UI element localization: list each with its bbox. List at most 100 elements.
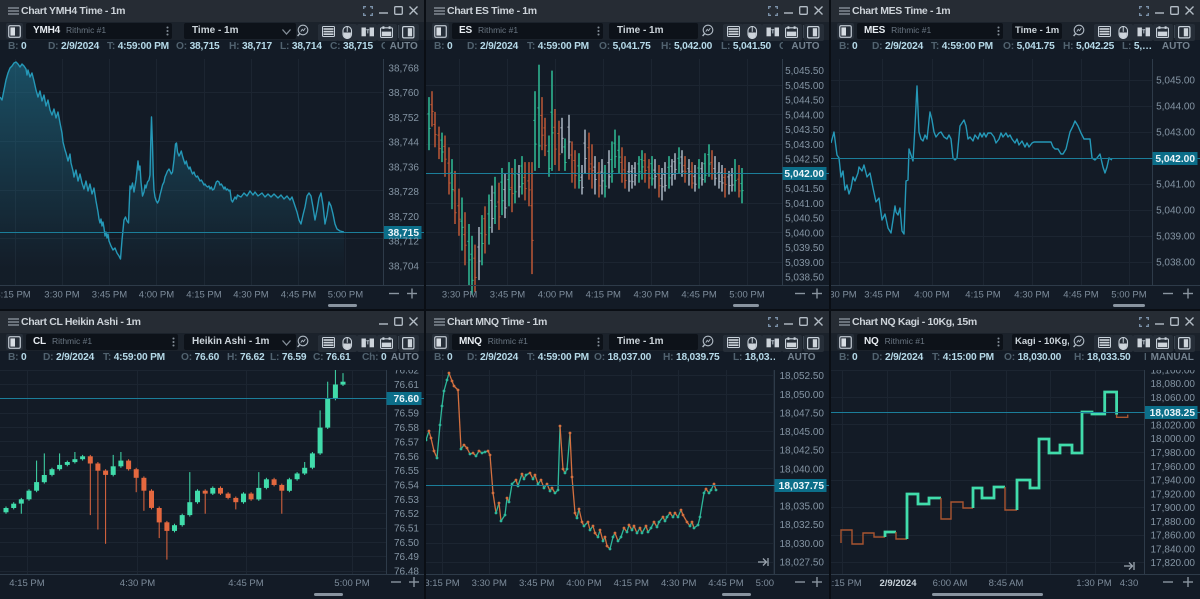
svg-text:18,030.00: 18,030.00 (780, 539, 825, 550)
svg-text:38,744: 38,744 (388, 138, 419, 149)
svg-text:76.54: 76.54 (394, 481, 419, 492)
svg-text:5,041.00: 5,041.00 (1156, 180, 1195, 191)
svg-text:17,940.00: 17,940.00 (1151, 476, 1196, 487)
svg-text:18,035.00: 18,035.00 (780, 502, 825, 513)
svg-text:4:15 PM: 4:15 PM (965, 290, 1000, 301)
svg-text:76.56: 76.56 (394, 452, 419, 463)
svg-text:4:15 PM: 4:15 PM (186, 290, 221, 301)
svg-text:76.53: 76.53 (394, 495, 419, 506)
svg-text:18,052.50: 18,052.50 (780, 371, 825, 382)
svg-text:4:30 PM: 4:30 PM (634, 290, 669, 301)
svg-text:5,044.50: 5,044.50 (785, 96, 824, 107)
svg-text:76.61: 76.61 (394, 380, 419, 391)
svg-text:3:30 PM: 3:30 PM (472, 578, 507, 589)
svg-text:38,712: 38,712 (388, 237, 419, 248)
svg-text:17,840.00: 17,840.00 (1151, 544, 1196, 555)
svg-text:38,736: 38,736 (388, 163, 419, 174)
svg-text:4:45 PM: 4:45 PM (708, 578, 743, 589)
svg-text:76.60: 76.60 (394, 394, 420, 405)
svg-text:38,760: 38,760 (388, 88, 419, 99)
svg-text:5,045.00: 5,045.00 (1156, 76, 1195, 87)
svg-text:5,043.00: 5,043.00 (1156, 128, 1195, 139)
svg-text:4:30 PM: 4:30 PM (120, 578, 155, 589)
svg-text:5,039.00: 5,039.00 (785, 258, 824, 269)
svg-text:4:15 PM: 4:15 PM (614, 578, 649, 589)
svg-text:17,900.00: 17,900.00 (1151, 503, 1196, 514)
svg-text:4:30: 4:30 (1120, 578, 1139, 589)
svg-text:18,032.50: 18,032.50 (780, 520, 825, 531)
svg-text:18,027.50: 18,027.50 (780, 558, 825, 569)
svg-text:5,043.50: 5,043.50 (785, 125, 824, 136)
svg-text:5,044.00: 5,044.00 (1156, 102, 1195, 113)
svg-text:38,752: 38,752 (388, 113, 419, 124)
svg-text:76.51: 76.51 (394, 524, 419, 535)
svg-text:3:45 PM: 3:45 PM (864, 290, 899, 301)
svg-text:4:30 PM: 4:30 PM (1014, 290, 1049, 301)
svg-text:5,043.00: 5,043.00 (785, 140, 824, 151)
svg-text:5,040.00: 5,040.00 (785, 228, 824, 239)
svg-text:18,042.50: 18,042.50 (780, 446, 825, 457)
svg-text:18,045.00: 18,045.00 (780, 427, 825, 438)
svg-text:3:45 PM: 3:45 PM (519, 578, 554, 589)
svg-text:76.55: 76.55 (394, 466, 419, 477)
svg-text:17,820.00: 17,820.00 (1151, 558, 1196, 569)
svg-text:2/9/2024: 2/9/2024 (880, 578, 918, 589)
svg-text:18,080.00: 18,080.00 (1151, 379, 1196, 390)
svg-text:4:15 PM: 4:15 PM (9, 578, 44, 589)
svg-text:18,038.25: 18,038.25 (1150, 408, 1196, 419)
svg-text:17,860.00: 17,860.00 (1151, 531, 1196, 542)
svg-text:4:30 PM: 4:30 PM (233, 290, 268, 301)
svg-text:5,040.50: 5,040.50 (785, 214, 824, 225)
svg-text:76.59: 76.59 (394, 409, 419, 420)
svg-text:76.52: 76.52 (394, 509, 419, 520)
svg-text:18,000.00: 18,000.00 (1151, 434, 1196, 445)
svg-text:5,039.50: 5,039.50 (785, 243, 824, 254)
svg-text:5,044.00: 5,044.00 (785, 110, 824, 121)
svg-text:18,020.00: 18,020.00 (1151, 421, 1196, 432)
svg-text:38,728: 38,728 (388, 187, 419, 198)
svg-text:5,045.00: 5,045.00 (785, 81, 824, 92)
svg-text:17,880.00: 17,880.00 (1151, 517, 1196, 528)
svg-text:17,960.00: 17,960.00 (1151, 462, 1196, 473)
svg-text:76.62: 76.62 (394, 370, 419, 377)
svg-text:4:45 PM: 4:45 PM (1063, 290, 1098, 301)
svg-text:1:30 PM: 1:30 PM (1076, 578, 1111, 589)
svg-text:3:45 PM: 3:45 PM (490, 290, 525, 301)
svg-text:38,768: 38,768 (388, 64, 419, 75)
svg-text:4:00 PM: 4:00 PM (914, 290, 949, 301)
svg-text:5,045.50: 5,045.50 (785, 66, 824, 77)
svg-text:4:45 PM: 4:45 PM (681, 290, 716, 301)
svg-text:76.58: 76.58 (394, 423, 419, 434)
svg-text:4:30 PM: 4:30 PM (661, 578, 696, 589)
svg-text:18,040.00: 18,040.00 (780, 464, 825, 475)
svg-text:3:30 PM: 3:30 PM (831, 290, 857, 301)
svg-text:5,042.00: 5,042.00 (1155, 154, 1195, 165)
svg-text:76.48: 76.48 (394, 567, 419, 578)
svg-text:17,980.00: 17,980.00 (1151, 448, 1196, 459)
svg-text:4:00 PM: 4:00 PM (566, 578, 601, 589)
svg-text:8:45 AM: 8:45 AM (989, 578, 1024, 589)
svg-text:3:15 PM: 3:15 PM (0, 290, 31, 301)
svg-text:3:15 PM: 3:15 PM (426, 578, 460, 589)
svg-text:5,038.00: 5,038.00 (1156, 258, 1195, 269)
svg-text:5,040.00: 5,040.00 (1156, 206, 1195, 217)
svg-text:1:15 PM: 1:15 PM (831, 578, 862, 589)
svg-text:4:45 PM: 4:45 PM (228, 578, 263, 589)
svg-text:18,037.75: 18,037.75 (779, 481, 825, 492)
svg-text:38,704: 38,704 (388, 262, 419, 273)
svg-text:4:15 PM: 4:15 PM (586, 290, 621, 301)
svg-text:18,060.00: 18,060.00 (1151, 393, 1196, 404)
svg-text:3:30 PM: 3:30 PM (44, 290, 79, 301)
svg-text:18,100.00: 18,100.00 (1151, 370, 1196, 376)
svg-text:3:30 PM: 3:30 PM (442, 290, 477, 301)
svg-text:18,047.50: 18,047.50 (780, 408, 825, 419)
svg-text:5,038.50: 5,038.50 (785, 273, 824, 284)
svg-text:5:00 PM: 5:00 PM (334, 578, 369, 589)
svg-text:5,042.50: 5,042.50 (785, 155, 824, 166)
svg-text:17,920.00: 17,920.00 (1151, 489, 1196, 500)
svg-text:4:00 PM: 4:00 PM (139, 290, 174, 301)
svg-text:5:00 PM: 5:00 PM (729, 290, 764, 301)
svg-text:5,039.00: 5,039.00 (1156, 232, 1195, 243)
svg-text:76.49: 76.49 (394, 552, 419, 563)
svg-text:38,720: 38,720 (388, 212, 419, 223)
